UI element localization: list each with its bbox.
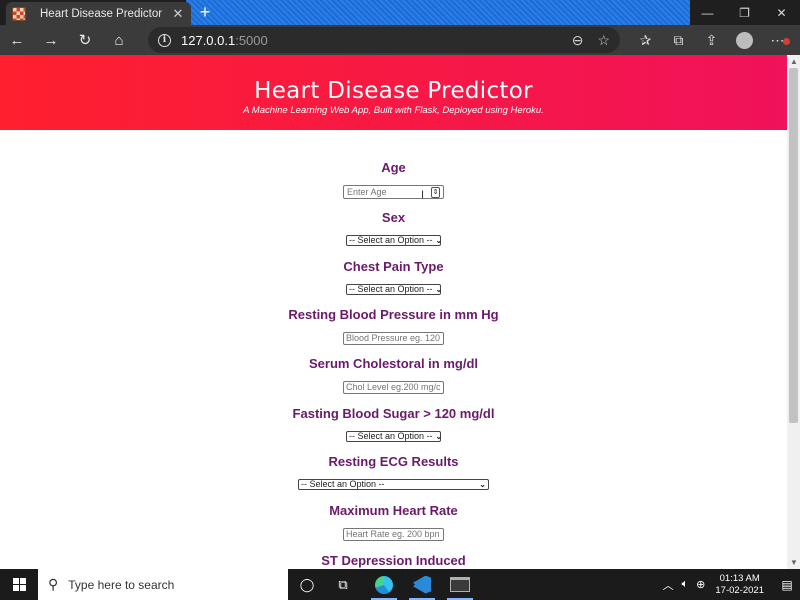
terminal-icon[interactable] [441,569,479,600]
notification-center-icon[interactable]: ▤ [774,578,800,592]
browser-titlebar: Heart Disease Predictor ✕ + — ❐ ✕ [0,0,800,25]
clock-time: 01:13 AM [719,572,760,584]
browser-tab[interactable]: Heart Disease Predictor ✕ [6,2,191,25]
number-spinner-icon[interactable]: ⇕ [431,186,440,198]
search-icon: ⚲ [48,576,59,592]
text-cursor-icon: I [421,189,425,201]
favorite-star-icon[interactable]: ☆ [597,32,610,49]
titlebar-background [186,0,690,25]
favorites-icon[interactable]: ✰ [629,32,662,49]
address-bar[interactable]: i 127.0.0.1:5000 ⊖ ☆ [148,27,620,53]
cholesterol-input[interactable]: Chol Level eg.200 mg/c [343,381,444,394]
back-icon[interactable]: ← [0,25,34,55]
blood-sugar-label: Fasting Blood Sugar > 120 mg/dl [292,406,495,421]
tab-close-icon[interactable]: ✕ [171,6,185,22]
cortana-icon[interactable]: ◯ [288,569,326,600]
close-window-icon[interactable]: ✕ [763,0,800,25]
task-view-icon[interactable]: ⧉ [324,569,362,600]
sex-label: Sex [381,210,406,225]
heart-rate-input[interactable]: Heart Rate eg. 200 bpn [343,528,444,541]
chest-pain-field: Chest Pain Type [0,259,787,274]
scroll-up-icon[interactable]: ▲ [790,57,798,66]
start-button[interactable] [0,569,38,600]
window-controls: — ❐ ✕ [689,0,800,25]
heart-rate-field: Maximum Heart Rate [0,503,787,518]
age-label: Age [381,160,406,175]
windows-taskbar: ⚲ Type here to search ◯ ⧉ ︿ 🔈︎ ⊕ 01:13 A… [0,569,800,600]
blood-sugar-field: Fasting Blood Sugar > 120 mg/dl [0,406,787,421]
sex-field: Sex [0,210,787,225]
refresh-icon[interactable]: ↻ [68,25,102,55]
chevron-down-icon: ⌄ [479,480,486,489]
page-viewport: Heart Disease Predictor A Machine Learni… [0,55,800,569]
share-icon[interactable]: ⇪ [695,32,728,49]
edge-browser-icon[interactable] [365,569,403,600]
windows-logo-icon [12,578,26,591]
language-globe-icon[interactable]: ⊕ [696,578,705,591]
taskbar-search[interactable]: ⚲ Type here to search [38,569,288,600]
cholesterol-label: Serum Cholestoral in mg/dl [308,356,479,371]
ecg-label: Resting ECG Results [328,454,459,469]
blood-pressure-field: Resting Blood Pressure in mm Hg [0,307,787,322]
scrollbar-thumb[interactable] [789,68,798,423]
site-favicon-icon [12,6,26,21]
st-depression-label: ST Depression Induced [321,553,466,568]
chevron-down-icon: ⌄ [435,285,443,294]
tab-title: Heart Disease Predictor [40,7,163,20]
page-subtitle: A Machine Learning Web App, Built with F… [243,105,544,116]
clock-date: 17-02-2021 [715,584,764,596]
browser-toolbar-right: ✰ ⧉ ⇪ ⋯ [629,25,794,55]
heart-rate-label: Maximum Heart Rate [329,503,458,518]
chevron-up-icon[interactable]: ︿ [663,577,674,593]
chest-pain-select[interactable]: -- Select an Option -- ⌄ [346,284,443,295]
notification-dot [783,37,790,45]
scroll-down-icon[interactable]: ▼ [790,558,798,567]
page-scrollbar[interactable]: ▲ ▼ [787,55,800,569]
page-title: Heart Disease Predictor [254,78,533,104]
clock[interactable]: 01:13 AM 17-02-2021 [715,573,764,597]
sex-select[interactable]: -- Select an Option -- ⌄ [346,235,443,246]
age-field: Age [0,160,787,175]
new-tab-button[interactable]: + [197,2,213,22]
page-header: Heart Disease Predictor A Machine Learni… [0,55,787,130]
site-info-icon[interactable]: i [158,33,171,47]
chevron-down-icon: ⌄ [435,432,443,441]
system-tray: ︿ 🔈︎ ⊕ 01:13 AM 17-02-2021 ▤ [659,569,800,600]
forward-icon[interactable]: → [34,25,68,55]
chevron-down-icon: ⌄ [435,236,443,245]
blood-sugar-select[interactable]: -- Select an Option -- ⌄ [346,431,443,442]
settings-more-icon[interactable]: ⋯ [761,32,794,49]
st-depression-field: ST Depression Induced [0,553,787,568]
zoom-icon[interactable]: ⊖ [572,32,584,49]
home-icon[interactable]: ⌂ [102,25,136,55]
ecg-select[interactable]: -- Select an Option -- ⌄ [298,479,489,490]
cholesterol-field: Serum Cholestoral in mg/dl [0,356,787,371]
url-text[interactable]: 127.0.0.1:5000 [181,33,558,48]
profile-avatar[interactable] [736,31,753,49]
restore-icon[interactable]: ❐ [726,0,763,25]
blood-pressure-label: Resting Blood Pressure in mm Hg [288,307,499,322]
blood-pressure-input[interactable]: Blood Pressure eg. 120 [343,332,444,345]
volume-icon[interactable]: 🔈︎ [682,578,689,591]
vscode-icon[interactable] [403,569,441,600]
search-placeholder: Type here to search [68,577,175,592]
collections-icon[interactable]: ⧉ [662,32,695,49]
chest-pain-label: Chest Pain Type [343,259,444,274]
minimize-icon[interactable]: — [689,0,726,25]
ecg-field: Resting ECG Results [0,454,787,469]
age-input[interactable]: Enter Age ⇕ [343,185,444,199]
